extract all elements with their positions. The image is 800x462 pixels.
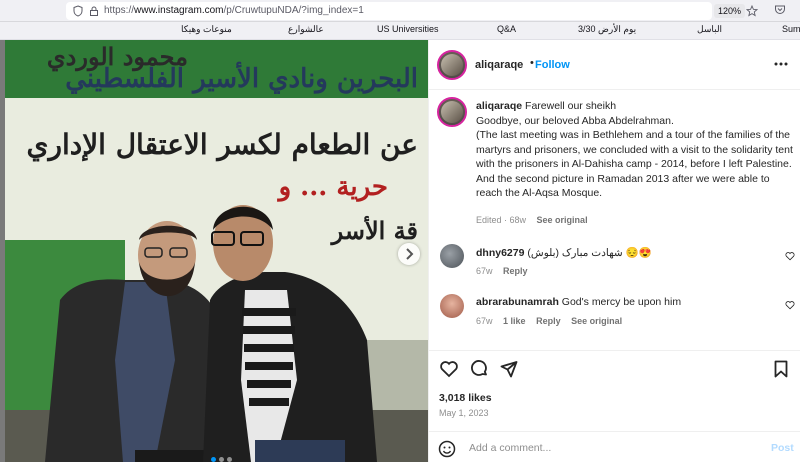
reply-button[interactable]: Reply bbox=[503, 266, 528, 276]
see-original-link[interactable]: See original bbox=[571, 316, 622, 326]
comment: abrarabunamrah God's mercy be upon him bbox=[476, 296, 681, 308]
caption-username[interactable]: aliqaraqe bbox=[476, 100, 522, 112]
heart-icon[interactable] bbox=[439, 359, 459, 379]
comment-time: 67w bbox=[476, 316, 493, 326]
comment-meta: 67w Reply bbox=[476, 266, 536, 276]
comment-time: 67w bbox=[476, 266, 493, 276]
url-field[interactable]: https://www.instagram.com/p/CruwtupuNDA/… bbox=[66, 2, 758, 20]
bookmark-icon[interactable] bbox=[771, 359, 791, 379]
post-caption: aliqaraqe Farewell our sheikh Goodbye, o… bbox=[476, 99, 794, 201]
bookmark-item[interactable]: منوعات وهيكا bbox=[181, 24, 232, 35]
carousel-dot bbox=[211, 457, 216, 462]
post-username[interactable]: aliqaraqe bbox=[475, 59, 523, 71]
url-text[interactable]: https://www.instagram.com/p/CruwtupuNDA/… bbox=[104, 5, 364, 16]
lock-icon[interactable] bbox=[88, 5, 100, 17]
edited-timestamp: Edited · 68w bbox=[476, 215, 527, 225]
bookmark-item[interactable]: Q&A bbox=[497, 24, 516, 34]
url-path: /p/CruwtupuNDA/?img_index=1 bbox=[223, 5, 364, 16]
comment-body: شهادت مبارک (بلوش) 😔😍 bbox=[527, 247, 652, 259]
photo-people bbox=[45, 205, 377, 462]
shield-icon[interactable] bbox=[72, 5, 84, 17]
comment-input[interactable] bbox=[469, 440, 759, 456]
emoji-icon[interactable] bbox=[438, 440, 456, 458]
avatar[interactable] bbox=[437, 50, 467, 80]
like-count[interactable]: 3,018 likes bbox=[439, 392, 492, 404]
heart-icon[interactable] bbox=[785, 251, 795, 261]
comment-icon[interactable] bbox=[469, 359, 489, 379]
comment-like-count[interactable]: 1 like bbox=[503, 316, 526, 326]
comment-username[interactable]: abrarabunamrah bbox=[476, 296, 559, 308]
carousel-dot bbox=[219, 457, 224, 462]
follow-button[interactable]: Follow bbox=[535, 59, 570, 71]
reply-button[interactable]: Reply bbox=[536, 316, 561, 326]
more-icon[interactable] bbox=[773, 56, 789, 72]
bookmark-item[interactable]: US Universities bbox=[377, 24, 439, 34]
caption-meta: Edited · 68w See original bbox=[476, 215, 596, 225]
url-host: www.instagram.com bbox=[134, 5, 224, 16]
post-photo[interactable]: محمود الوردي البحرين ونادي الأسير الفلسط… bbox=[5, 40, 428, 462]
separator-dot: • bbox=[530, 57, 534, 69]
comment-meta: 67w 1 like Reply See original bbox=[476, 316, 630, 326]
caption-line: (The last meeting was in Bethlehem and a… bbox=[476, 129, 793, 170]
post-header: aliqaraqe • Follow bbox=[429, 40, 800, 90]
url-scheme: https:// bbox=[104, 5, 135, 16]
carousel-dots bbox=[211, 449, 235, 462]
post-comment-button[interactable]: Post bbox=[771, 442, 794, 454]
carousel-dot bbox=[227, 457, 232, 462]
see-original-link[interactable]: See original bbox=[537, 215, 588, 225]
caption-line: Goodbye, our beloved Abba Abdelrahman. bbox=[476, 114, 674, 127]
bookmarks-bar: Sum الباسل يوم الأرض 3/30 Q&A US Univers… bbox=[0, 22, 800, 40]
bookmark-item[interactable]: يوم الأرض 3/30 bbox=[578, 24, 636, 35]
heart-icon[interactable] bbox=[785, 300, 795, 310]
add-comment-bar: Post bbox=[429, 431, 800, 462]
post-actions: 3,018 likes May 1, 2023 Post bbox=[429, 350, 800, 462]
caption-line: Farewell our sheikh bbox=[525, 100, 617, 112]
caption-line: And the second picture in Ramadan 2013 a… bbox=[476, 172, 770, 200]
share-icon[interactable] bbox=[499, 359, 519, 379]
caption-avatar[interactable] bbox=[437, 97, 467, 127]
next-photo-button[interactable] bbox=[398, 243, 420, 265]
address-bar-row: https://www.instagram.com/p/CruwtupuNDA/… bbox=[0, 0, 800, 22]
star-icon[interactable] bbox=[746, 5, 758, 17]
comment: dhny6279 شهادت مبارک (بلوش) 😔😍 bbox=[476, 246, 652, 259]
bookmark-item[interactable]: Sum bbox=[782, 24, 800, 34]
bookmark-item[interactable]: عالشوارع bbox=[288, 24, 324, 35]
post-date: May 1, 2023 bbox=[439, 408, 489, 418]
chevron-right-icon bbox=[406, 248, 414, 260]
pocket-icon[interactable] bbox=[774, 4, 786, 16]
bookmark-item[interactable]: الباسل bbox=[697, 24, 722, 35]
commenter-avatar[interactable] bbox=[440, 244, 464, 268]
commenter-avatar[interactable] bbox=[440, 294, 464, 318]
comment-body: God's mercy be upon him bbox=[561, 296, 682, 308]
post-details-panel: aliqaraqe • Follow aliqaraqe Farewell ou… bbox=[428, 40, 800, 462]
comment-username[interactable]: dhny6279 bbox=[476, 247, 524, 259]
zoom-indicator[interactable]: 120% bbox=[714, 4, 746, 18]
